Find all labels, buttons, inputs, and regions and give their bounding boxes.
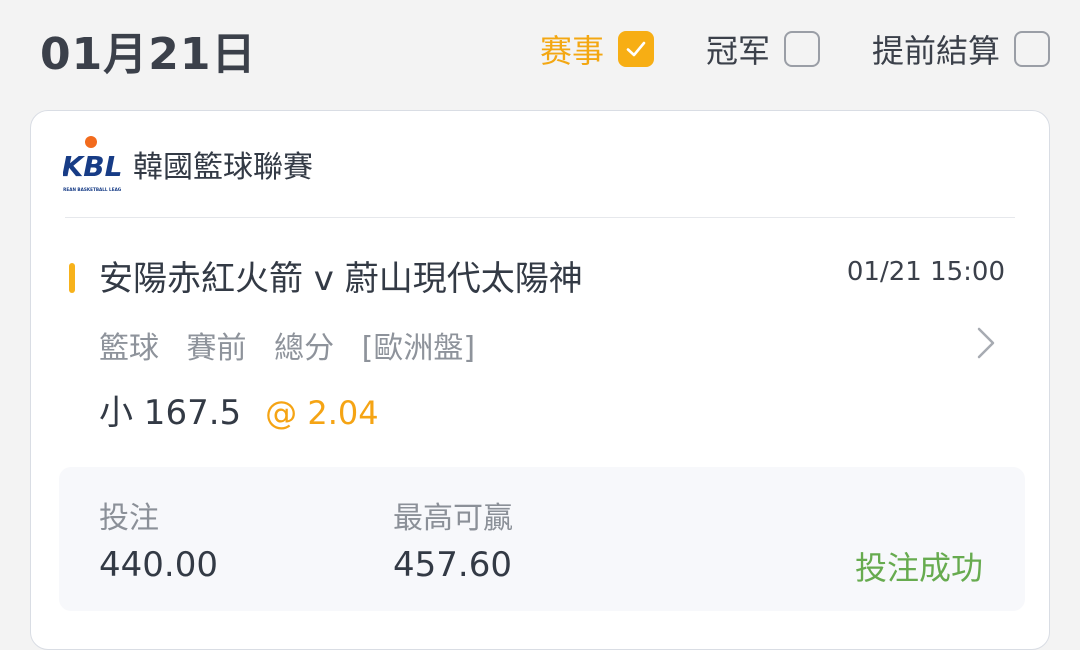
filter-events-checkbox[interactable] — [617, 31, 654, 67]
odds-type-label: [歐洲盤] — [361, 331, 476, 366]
filter-events-label: 赛事 — [539, 32, 604, 70]
selection-odds: @ 2.04 — [265, 394, 379, 432]
kbl-logo: KBL KOREAN BASKETBALL LEAGUE — [63, 131, 121, 197]
kbl-logo-icon: KBL KOREAN BASKETBALL LEAGUE — [63, 136, 121, 192]
market-label: 總分 — [274, 331, 335, 366]
stake-value: 440.00 — [99, 545, 218, 585]
stake-panel: 投注 440.00 最高可贏 457.60 投注成功 — [59, 467, 1025, 611]
league-name: 韓國籃球聯賽 — [133, 150, 313, 185]
league-header: KBL KOREAN BASKETBALL LEAGUE 韓國籃球聯賽 — [63, 131, 313, 197]
bet-status: 投注成功 — [854, 549, 983, 587]
stage-label: 賽前 — [186, 331, 247, 366]
filter-champion-checkbox[interactable] — [783, 31, 820, 67]
match-title: 安陽赤紅火箭 v 蔚山現代太陽神 — [99, 259, 583, 299]
bet-card[interactable]: KBL KOREAN BASKETBALL LEAGUE 韓國籃球聯賽 安陽赤紅… — [30, 110, 1050, 650]
filter-bar: 赛事 冠军 提前結算 — [488, 26, 1050, 72]
selection-pick: 小 167.5 — [99, 393, 242, 433]
filter-champion[interactable]: 冠军 — [706, 26, 820, 72]
sport-label: 籃球 — [99, 331, 159, 366]
svg-text:KOREAN BASKETBALL LEAGUE: KOREAN BASKETBALL LEAGUE — [63, 187, 121, 192]
filter-champion-label: 冠军 — [705, 32, 770, 70]
match-time: 01/21 15:00 — [846, 257, 1005, 287]
filter-early-settlement-checkbox[interactable] — [1014, 31, 1050, 67]
chevron-right-icon[interactable] — [973, 325, 999, 361]
max-win-column: 最高可贏 457.60 — [393, 493, 513, 585]
filter-early-settlement[interactable]: 提前結算 — [872, 26, 1050, 72]
filter-early-settlement-label: 提前結算 — [871, 32, 1000, 70]
stake-label: 投注 — [99, 501, 159, 536]
selection-row: 小 167.5 @ 2.04 — [99, 385, 379, 434]
filter-events[interactable]: 赛事 — [540, 26, 654, 72]
stake-column: 投注 440.00 — [99, 493, 218, 585]
svg-text:KBL: KBL — [63, 150, 121, 183]
check-icon — [626, 41, 646, 57]
divider — [65, 217, 1015, 218]
date-heading: 01月21日 — [40, 29, 257, 80]
max-win-label: 最高可贏 — [393, 501, 513, 536]
max-win-value: 457.60 — [393, 545, 512, 585]
bet-meta: 籃球 賽前 總分 [歐洲盤] — [99, 323, 493, 367]
accent-bar — [69, 263, 75, 293]
